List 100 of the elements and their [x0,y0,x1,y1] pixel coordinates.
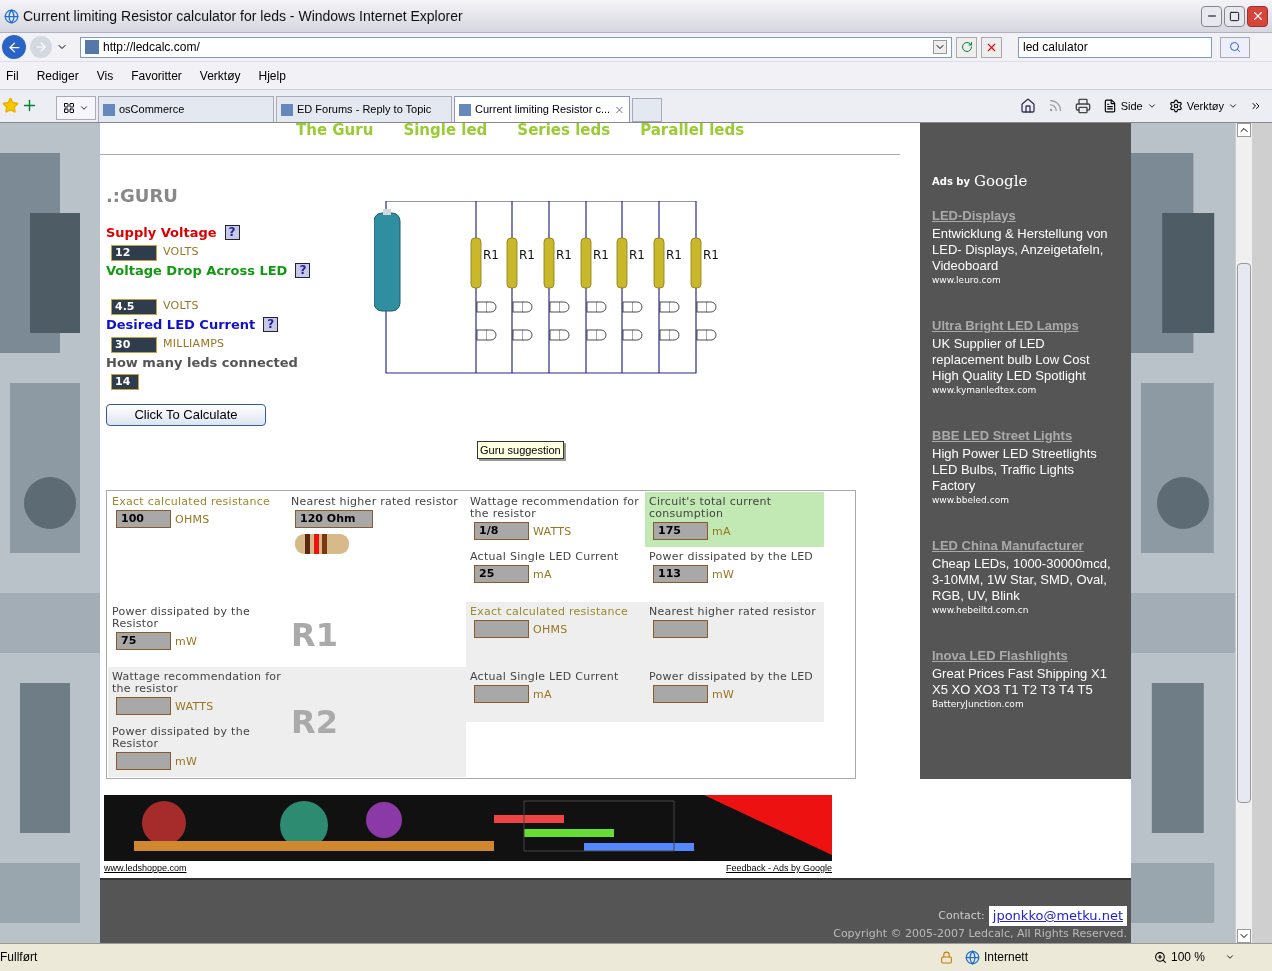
browser-tab[interactable]: osCommerce [98,96,274,122]
page-menu-button[interactable]: Side [1102,97,1157,114]
result-field[interactable]: 25 [474,565,529,583]
ad-text: Cheap LEDs, 1000-30000mcd, 3-10MM, 1W Star, SMD, Oval, RGB, UV, Blink [932,555,1112,604]
maximize-button[interactable] [1224,5,1245,27]
help-button[interactable]: ? [295,262,311,278]
tools-menu-button[interactable]: Verktøy [1168,97,1238,114]
tab-list-button[interactable] [56,96,96,120]
menu-item[interactable]: Vis [96,66,114,85]
address-dropdown-icon[interactable] [933,40,947,54]
field-label: Circuit's total current consumption [649,496,773,520]
unit-label: mA [533,686,552,703]
resistor-label: R1 [703,247,719,262]
led-icon [512,301,533,312]
resistor-label: R1 [666,247,682,262]
zone-label: Internett [984,949,1030,966]
result-field[interactable] [474,685,529,703]
field-label: Power dissipated by the LED [649,671,815,683]
input-field[interactable]: 30 [111,336,157,353]
banner-link[interactable]: www.ledshoppe.com [104,862,187,876]
feedback-link[interactable]: Feedback - Ads by Google [725,862,832,876]
tab-label: osCommerce [119,102,185,118]
search-icon [1229,41,1241,53]
led-icon [659,301,680,312]
scroll-down-button[interactable] [1237,929,1251,943]
field-label: Supply Voltage [106,223,217,242]
menu-item[interactable]: Fil [6,66,19,85]
led-icon [622,329,643,340]
resistor-icon [295,532,349,556]
result-field[interactable]: 120 Ohm [295,510,373,528]
led-icon [696,329,717,340]
unit-label: WATTS [175,698,214,715]
unit-label: mW [712,566,735,583]
add-favorite-icon[interactable] [21,97,38,114]
zoom-button[interactable]: 100 % [1154,948,1236,966]
result-field[interactable]: 75 [116,632,171,650]
help-button[interactable]: ? [224,224,240,240]
menu-item[interactable]: Hjelp [258,66,286,85]
refresh-icon [960,41,973,53]
ad-text: Entwicklung & Herstellung von LED- Displays, Anzeigetafeln, Videoboard [932,225,1109,274]
minimize-button[interactable] [1201,5,1222,27]
search-field[interactable]: led calulator [1018,36,1212,58]
menu-item[interactable]: Verktøy [199,66,241,85]
page-icon [281,103,293,116]
result-field[interactable]: 175 [653,522,708,540]
result-field[interactable] [653,620,708,638]
status-text: Fullført [0,949,39,966]
field-label: Exact calculated resistance [112,496,272,508]
feeds-icon[interactable] [1047,98,1063,114]
result-field[interactable] [653,685,708,703]
result-field[interactable]: 1/8 [474,522,529,540]
led-icon [696,301,717,312]
resistor-icon [580,237,592,288]
scroll-thumb[interactable] [1237,263,1251,803]
ad-url: BatteryJunction.com [932,697,1025,711]
unit-label: OHMS [175,511,210,528]
browser-tab[interactable]: Current limiting Resistor c... [454,96,630,122]
ad-url: www.kymanledtex.com [932,383,1038,397]
input-field[interactable]: 4.5 [111,298,157,315]
input-field[interactable]: 12 [111,244,157,261]
tooltip: Guru suggestion [477,440,564,459]
ad-text: High Power LED Streetlights LED Bulbs, Traffic Lights Factory [932,445,1098,494]
result-field[interactable] [116,697,171,715]
menu-item[interactable]: Rediger [36,66,79,85]
led-icon [476,301,497,312]
battery-icon [374,208,401,311]
resistor-icon [506,237,518,288]
home-icon[interactable] [1019,97,1036,114]
refresh-button[interactable] [956,36,977,58]
menu-item[interactable]: Favoritter [131,66,182,85]
unit-label: MILLIAMPS [163,336,225,352]
email-link[interactable]: jponkko@metku.net [988,906,1127,926]
stop-button[interactable] [981,36,1002,58]
input-field[interactable]: 14 [111,374,139,390]
unit-label: VOLTS [163,244,199,260]
field-label: Power dissipated by the LED [649,551,815,563]
browser-tab[interactable]: ED Forums - Reply to Topic [276,96,452,122]
result-field[interactable]: 113 [653,565,708,583]
help-button[interactable]: ? [263,316,279,332]
back-button[interactable] [2,35,26,59]
unit-label: VOLTS [163,298,199,314]
page-icon [1102,98,1117,113]
led-icon [549,301,570,312]
resistor-label: R1 [629,247,645,262]
address-field[interactable]: http://ledcalc.com/ [80,36,952,58]
field-label: Power dissipated by the Resistor [112,606,251,630]
close-button[interactable] [1247,5,1268,27]
result-field[interactable] [116,752,171,770]
result-field[interactable]: 100 [116,510,171,528]
unit-label: mW [712,686,735,703]
browser-icon [4,8,19,24]
print-icon[interactable] [1074,97,1091,114]
maximize-icon [1229,10,1240,22]
resistor-label: R1 [483,247,499,262]
scroll-up-button[interactable] [1237,123,1251,137]
search-button[interactable] [1220,36,1250,58]
unit-label: mW [175,753,198,770]
result-field[interactable] [474,620,529,638]
contact-label: Contact: [938,907,985,924]
calculate-button[interactable]: Click To Calculate [106,404,266,426]
